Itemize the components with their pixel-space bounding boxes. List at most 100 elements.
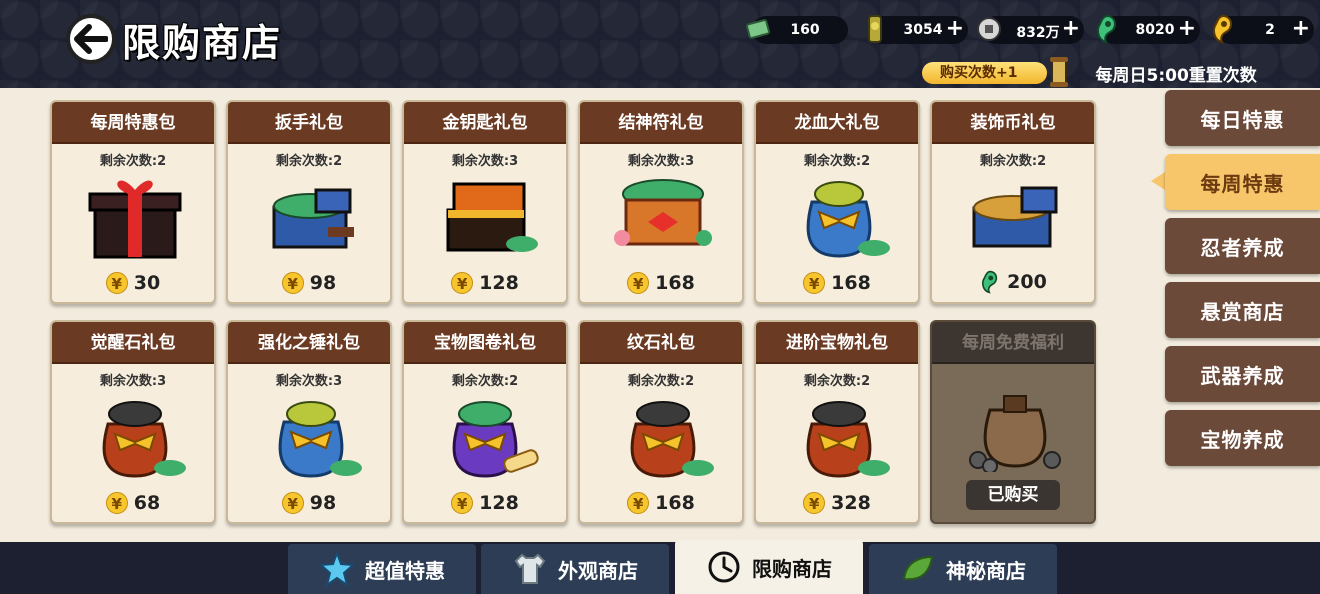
- gold-magatama-icon: [1208, 12, 1238, 46]
- ribbon-basket-icon: [608, 172, 718, 262]
- bottom-tab-mystery-shop[interactable]: 神秘商店: [869, 544, 1057, 594]
- bottom-tab-label: 外观商店: [558, 558, 638, 583]
- yuan-icon: ¥: [803, 492, 826, 514]
- remaining-count: 剩余次数:3: [451, 154, 519, 169]
- green-magatama-icon: [1092, 12, 1122, 46]
- gold-chest-icon: [432, 172, 542, 262]
- price-value: 168: [655, 272, 695, 294]
- price-button[interactable]: ¥168: [580, 492, 742, 514]
- pack-card[interactable]: 进阶宝物礼包剩余次数:2 ¥328: [754, 320, 920, 524]
- remaining-count: 剩余次数:3: [275, 374, 343, 389]
- remaining-count: 剩余次数:2: [803, 374, 871, 389]
- coin-chest-icon: [960, 172, 1070, 262]
- yuan-icon: ¥: [105, 272, 128, 294]
- price-button[interactable]: ¥30: [52, 272, 214, 294]
- price-value: 328: [831, 492, 871, 514]
- remaining-count: 剩余次数:2: [275, 154, 343, 169]
- currency-green-magatama: 8020 +: [1097, 14, 1200, 44]
- side-tab-weekly[interactable]: 每周特惠: [1165, 154, 1320, 210]
- pack-name: 进阶宝物礼包: [756, 322, 918, 364]
- remaining-count: 剩余次数:3: [99, 374, 167, 389]
- pack-card[interactable]: 强化之锤礼包 剩余次数:3 ¥98: [226, 320, 392, 524]
- green-magatama-add-button[interactable]: +: [1178, 17, 1196, 41]
- gold-magatama-value: 2: [1265, 22, 1275, 38]
- red-bag-icon: [608, 392, 718, 482]
- pack-card[interactable]: 龙血大礼包剩余次数:2 ¥168: [754, 100, 920, 304]
- side-tab-weapon[interactable]: 武器养成: [1165, 346, 1320, 402]
- pack-card[interactable]: 纹石礼包剩余次数:2 ¥168: [578, 320, 744, 524]
- bottom-tab-label: 超值特惠: [365, 558, 445, 583]
- yuan-icon: ¥: [105, 492, 128, 514]
- price-button[interactable]: 200: [932, 270, 1094, 294]
- pack-name: 龙血大礼包: [756, 102, 918, 144]
- pack-name: 扳手礼包: [228, 102, 390, 144]
- price-value: 98: [309, 272, 337, 294]
- remaining-count: 剩余次数:2: [979, 154, 1047, 169]
- yuan-icon: ¥: [281, 272, 304, 294]
- jade-ticket-value: 160: [790, 22, 820, 38]
- pack-card[interactable]: 宝物图卷礼包 剩余次数:2 ¥128: [402, 320, 568, 524]
- price-button[interactable]: ¥328: [756, 492, 918, 514]
- coin-sack-icon: [960, 382, 1070, 474]
- pack-card[interactable]: 结神符礼包剩余次数:3 ¥168: [578, 100, 744, 304]
- price-value: 68: [133, 492, 161, 514]
- pack-card[interactable]: 每周免费福利 已购买: [930, 320, 1096, 524]
- price-button[interactable]: ¥98: [228, 492, 390, 514]
- buy-count-badge[interactable]: 购买次数+1: [922, 62, 1048, 84]
- pack-name: 每周特惠包: [52, 102, 214, 144]
- pack-card[interactable]: 觉醒石礼包 剩余次数:3 ¥68: [50, 320, 216, 524]
- price-button[interactable]: ¥168: [580, 272, 742, 294]
- clock-icon: [708, 551, 740, 583]
- active-tab-pointer: [1151, 172, 1165, 190]
- side-tab-treasure[interactable]: 宝物养成: [1165, 410, 1320, 466]
- yuan-icon: ¥: [451, 492, 474, 514]
- remaining-count: 剩余次数:2: [627, 374, 695, 389]
- bottom-tab-label: 限购商店: [752, 556, 832, 581]
- pack-name: 纹石礼包: [580, 322, 742, 364]
- back-button[interactable]: [66, 14, 116, 64]
- bottom-tab-limited-shop[interactable]: 限购商店: [675, 540, 863, 594]
- price-value: 168: [831, 272, 871, 294]
- currency-gold-magatama: 2 +: [1213, 14, 1314, 44]
- green-magatama-icon: [982, 270, 998, 294]
- price-value: 98: [309, 492, 337, 514]
- bottom-tab-value-deals[interactable]: 超值特惠: [288, 544, 476, 594]
- scroll-icon: [1050, 57, 1068, 87]
- bottom-tab-label: 神秘商店: [946, 558, 1026, 583]
- yuan-icon: ¥: [803, 272, 826, 294]
- side-tab-ninja[interactable]: 忍者养成: [1165, 218, 1320, 274]
- silver-coin-icon: [974, 12, 1004, 46]
- ninja-token-value: 3054: [903, 22, 943, 38]
- price-button[interactable]: ¥98: [228, 272, 390, 294]
- pack-card[interactable]: 每周特惠包剩余次数:2 ¥30: [50, 100, 216, 304]
- blue-chest-icon: [256, 172, 366, 262]
- price-button[interactable]: ¥168: [756, 272, 918, 294]
- price-value: 128: [479, 272, 519, 294]
- blue-bag-icon: [784, 172, 894, 262]
- remaining-count: 剩余次数:2: [99, 154, 167, 169]
- leaf-icon: [902, 555, 934, 581]
- side-tab-bounty[interactable]: 悬赏商店: [1165, 282, 1320, 338]
- pack-card[interactable]: 扳手礼包剩余次数:2 ¥98: [226, 100, 392, 304]
- silver-coin-value: 832万: [1016, 25, 1060, 41]
- arrow-left-icon: [74, 24, 108, 54]
- pack-name: 结神符礼包: [580, 102, 742, 144]
- pack-card[interactable]: 金钥匙礼包 剩余次数:3 ¥128: [402, 100, 568, 304]
- yuan-icon: ¥: [281, 492, 304, 514]
- bottom-tab-appearance-shop[interactable]: 外观商店: [481, 544, 669, 594]
- jade-ticket-icon: [744, 12, 774, 46]
- price-button[interactable]: ¥128: [404, 492, 566, 514]
- red-gift-box-icon: [80, 172, 190, 262]
- ninja-token-add-button[interactable]: +: [946, 17, 964, 41]
- silver-coin-add-button[interactable]: +: [1062, 17, 1080, 41]
- pack-card[interactable]: 装饰币礼包 剩余次数:2 200: [930, 100, 1096, 304]
- side-tab-daily[interactable]: 每日特惠: [1165, 90, 1320, 146]
- green-magatama-value: 8020: [1135, 22, 1175, 38]
- price-button[interactable]: ¥68: [52, 492, 214, 514]
- gold-magatama-add-button[interactable]: +: [1292, 17, 1310, 41]
- price-button[interactable]: ¥128: [404, 272, 566, 294]
- remaining-count: 剩余次数:2: [803, 154, 871, 169]
- star-icon: [319, 551, 355, 587]
- red-bag-icon: [80, 392, 190, 482]
- remaining-count: 剩余次数:3: [627, 154, 695, 169]
